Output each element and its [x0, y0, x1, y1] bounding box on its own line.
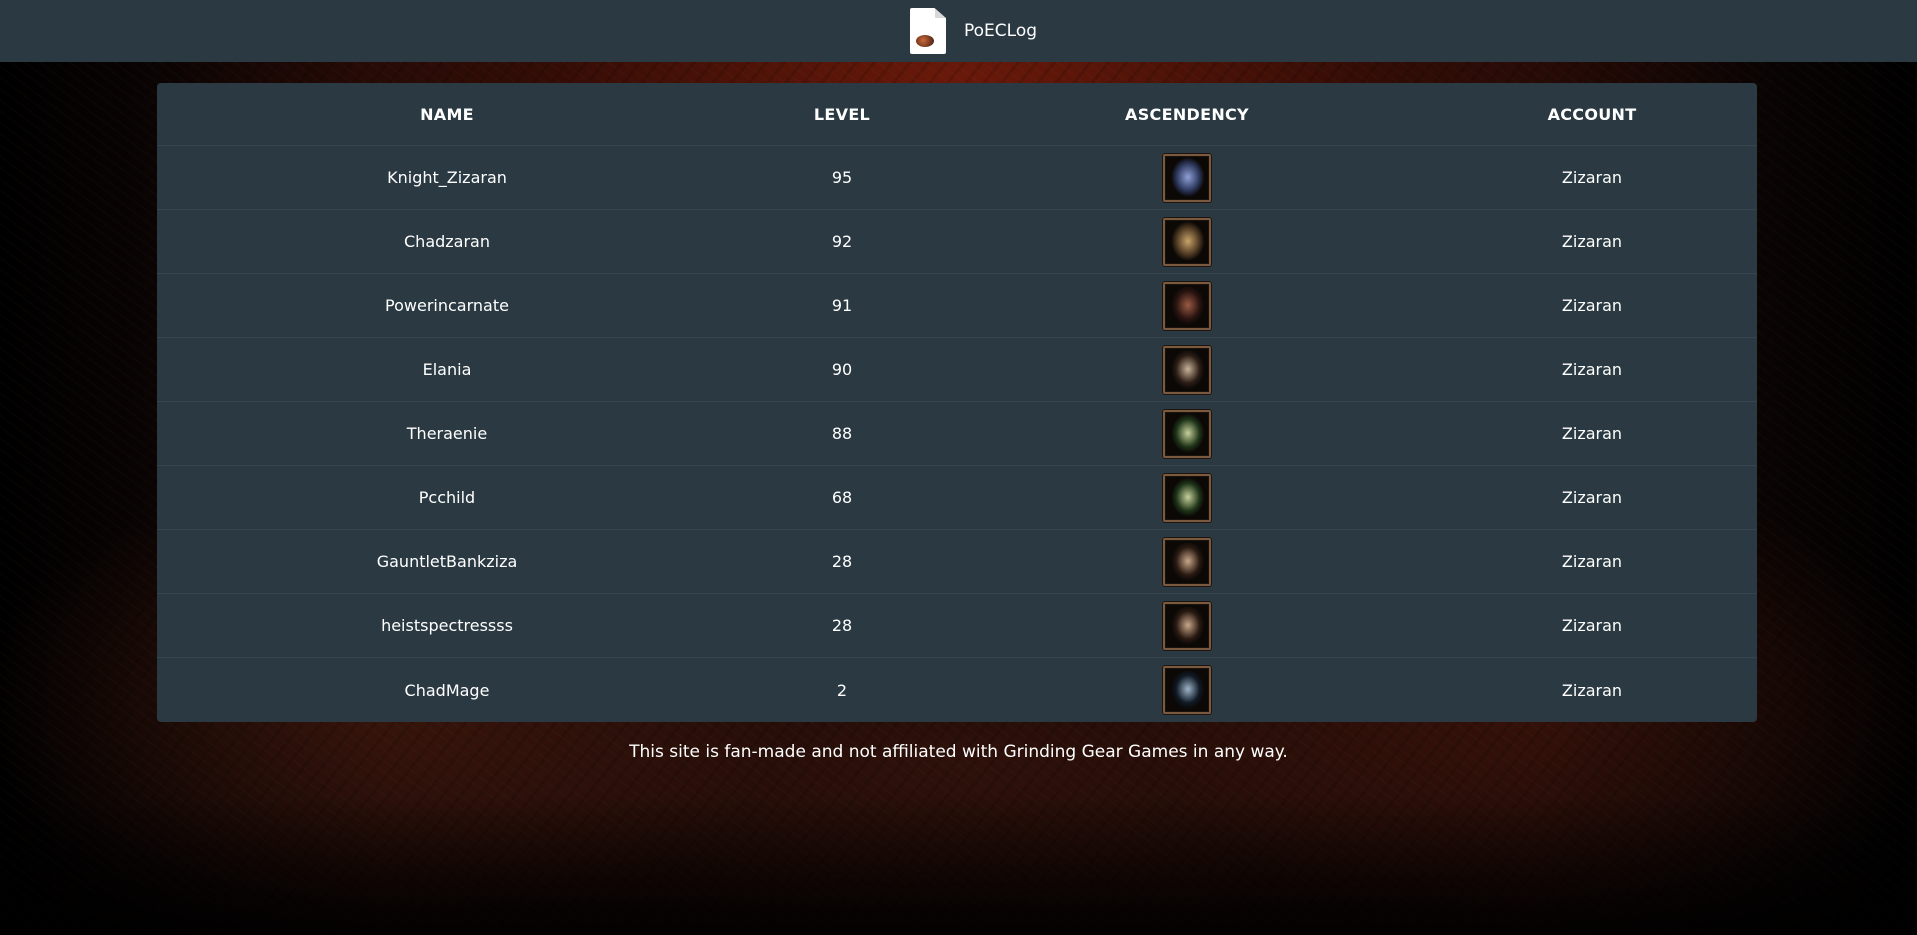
character-level: 28: [831, 552, 853, 571]
account-name[interactable]: Zizaran: [1427, 424, 1757, 443]
ascendancy-portrait-icon: [1163, 217, 1211, 266]
table-body: Knight_Zizaran 95 Zizaran Chadzaran 92 Zizara…: [157, 146, 1757, 722]
column-header-level[interactable]: LEVEL: [737, 105, 947, 124]
account-name[interactable]: Zizaran: [1427, 488, 1757, 507]
ascendency-cell: [947, 281, 1427, 330]
ascendancy-portrait-icon: [1163, 601, 1211, 650]
character-level: 92: [831, 232, 853, 251]
ascendency-cell: [947, 473, 1427, 522]
account-name[interactable]: Zizaran: [1427, 168, 1757, 187]
table-row[interactable]: Theraenie 88 Zizaran: [157, 402, 1757, 466]
character-level: 91: [831, 296, 853, 315]
brand-link[interactable]: PoECLog: [909, 8, 1038, 54]
column-header-ascendency[interactable]: ASCENDENCY: [947, 105, 1427, 124]
ascendency-cell: [947, 409, 1427, 458]
character-level: 88: [831, 424, 853, 443]
ascendancy-portrait-icon: [1163, 473, 1211, 522]
page-fold: [934, 8, 946, 18]
character-name[interactable]: heistspectressss: [157, 616, 737, 635]
character-name[interactable]: GauntletBankziza: [157, 552, 737, 571]
column-header-name[interactable]: NAME: [157, 105, 737, 124]
ascendency-cell: [947, 153, 1427, 202]
table-row[interactable]: ChadMage 2 Zizaran: [157, 658, 1757, 722]
character-level: 68: [831, 488, 853, 507]
ascendancy-portrait-icon: [1163, 345, 1211, 394]
account-name[interactable]: Zizaran: [1427, 296, 1757, 315]
background-vignette: [0, 795, 1917, 935]
ascendancy-portrait-icon: [1163, 153, 1211, 202]
account-name[interactable]: Zizaran: [1427, 681, 1757, 700]
character-name[interactable]: ChadMage: [157, 681, 737, 700]
table-row[interactable]: GauntletBankziza 28 Zizaran: [157, 530, 1757, 594]
column-header-account[interactable]: ACCOUNT: [1427, 105, 1757, 124]
table-row[interactable]: Pcchild 68 Zizaran: [157, 466, 1757, 530]
ascendancy-portrait-icon: [1163, 666, 1211, 714]
table-row[interactable]: Chadzaran 92 Zizaran: [157, 210, 1757, 274]
ascendency-cell: [947, 666, 1427, 714]
account-name[interactable]: Zizaran: [1427, 360, 1757, 379]
table-row[interactable]: Knight_Zizaran 95 Zizaran: [157, 146, 1757, 210]
ascendency-cell: [947, 537, 1427, 586]
ascendency-cell: [947, 345, 1427, 394]
character-level: 90: [831, 360, 853, 379]
ascendancy-portrait-icon: [1163, 281, 1211, 330]
character-level: 95: [831, 168, 853, 187]
character-name[interactable]: Powerincarnate: [157, 296, 737, 315]
account-name[interactable]: Zizaran: [1427, 616, 1757, 635]
ascendency-cell: [947, 217, 1427, 266]
character-name[interactable]: Theraenie: [157, 424, 737, 443]
orb-icon: [915, 35, 934, 47]
table-row[interactable]: Elania 90 Zizaran: [157, 338, 1757, 402]
character-level: 2: [836, 680, 848, 700]
table-row[interactable]: Powerincarnate 91 Zizaran: [157, 274, 1757, 338]
characters-table: NAME LEVEL ASCENDENCY ACCOUNT Knight_Ziz…: [157, 83, 1757, 722]
character-name[interactable]: Pcchild: [157, 488, 737, 507]
character-name[interactable]: Chadzaran: [157, 232, 737, 251]
table-header: NAME LEVEL ASCENDENCY ACCOUNT: [157, 83, 1757, 146]
table-row[interactable]: heistspectressss 28 Zizaran: [157, 594, 1757, 658]
character-level: 28: [831, 616, 853, 635]
account-name[interactable]: Zizaran: [1427, 552, 1757, 571]
footer-disclaimer: This site is fan-made and not affiliated…: [629, 742, 1288, 762]
character-name[interactable]: Knight_Zizaran: [157, 168, 737, 187]
page-with-orb-icon: [909, 8, 946, 54]
ascendency-cell: [947, 601, 1427, 650]
account-name[interactable]: Zizaran: [1427, 232, 1757, 251]
top-navbar: PoECLog: [0, 0, 1917, 62]
character-name[interactable]: Elania: [157, 360, 737, 379]
ascendancy-portrait-icon: [1163, 537, 1211, 586]
site-title: PoECLog: [963, 21, 1038, 41]
ascendancy-portrait-icon: [1163, 409, 1211, 458]
